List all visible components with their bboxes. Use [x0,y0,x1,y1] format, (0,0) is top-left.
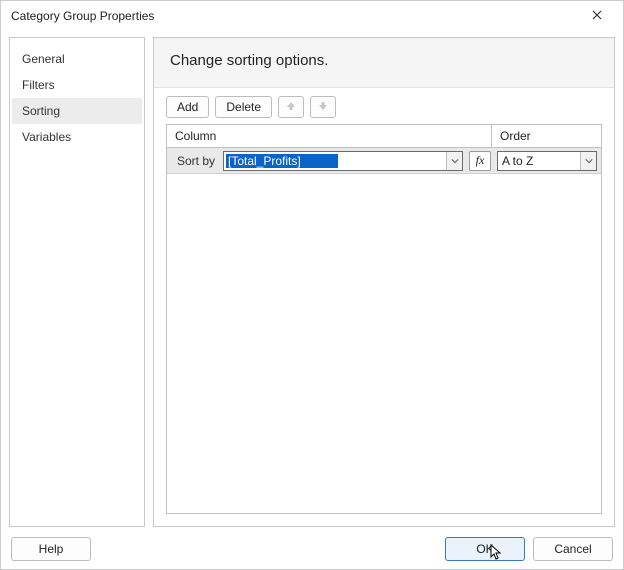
combo-caret[interactable] [580,152,596,170]
button-label: Add [177,100,198,114]
chevron-down-icon [451,154,459,168]
sidebar-item-variables[interactable]: Variables [12,124,142,150]
sort-grid: Column Order Sort by [Total_Profits] [166,124,602,514]
arrow-up-icon [286,100,296,114]
sidebar-item-sorting[interactable]: Sorting [12,98,142,124]
cancel-button[interactable]: Cancel [533,537,613,561]
sidebar-item-filters[interactable]: Filters [12,72,142,98]
arrow-down-icon [318,100,328,114]
sidebar: General Filters Sorting Variables [9,37,145,527]
button-label: Help [39,542,64,556]
column-combo[interactable]: [Total_Profits] [223,151,463,171]
expression-button[interactable]: fx [469,151,491,171]
combo-value: [Total_Profits] [226,154,338,168]
dialog-window: Category Group Properties General Filter… [0,0,624,570]
col-header-order: Order [491,125,601,147]
combo-caret[interactable] [446,152,462,170]
button-label: Delete [226,100,261,114]
move-down-button[interactable] [310,96,336,118]
combo-value: A to Z [498,154,580,168]
grid-header: Column Order [167,125,601,148]
dialog-footer: Help OK Cancel [1,531,623,569]
close-button[interactable] [579,2,615,30]
move-up-button[interactable] [278,96,304,118]
col-header-column: Column [167,125,491,147]
chevron-down-icon [585,154,593,168]
add-button[interactable]: Add [166,96,209,118]
main-panel: Change sorting options. Add Delete [153,37,615,527]
sort-toolbar: Add Delete [154,88,614,124]
fx-icon: fx [476,153,485,168]
grid-body: Sort by [Total_Profits] fx [167,148,601,513]
delete-button[interactable]: Delete [215,96,272,118]
grid-row: Sort by [Total_Profits] fx [167,148,601,174]
help-button[interactable]: Help [11,537,91,561]
sidebar-item-general[interactable]: General [12,46,142,72]
row-label: Sort by [167,154,223,168]
close-icon [592,9,602,23]
button-label: OK [476,542,493,556]
dialog-body: General Filters Sorting Variables Change… [1,31,623,531]
sidebar-item-label: Variables [22,130,71,144]
order-combo[interactable]: A to Z [497,151,597,171]
page-heading: Change sorting options. [154,38,614,88]
sidebar-item-label: Sorting [22,104,60,118]
sidebar-item-label: General [22,52,65,66]
ok-button[interactable]: OK [445,537,525,561]
button-label: Cancel [554,542,591,556]
titlebar: Category Group Properties [1,1,623,31]
sidebar-item-label: Filters [22,78,55,92]
window-title: Category Group Properties [11,9,579,23]
